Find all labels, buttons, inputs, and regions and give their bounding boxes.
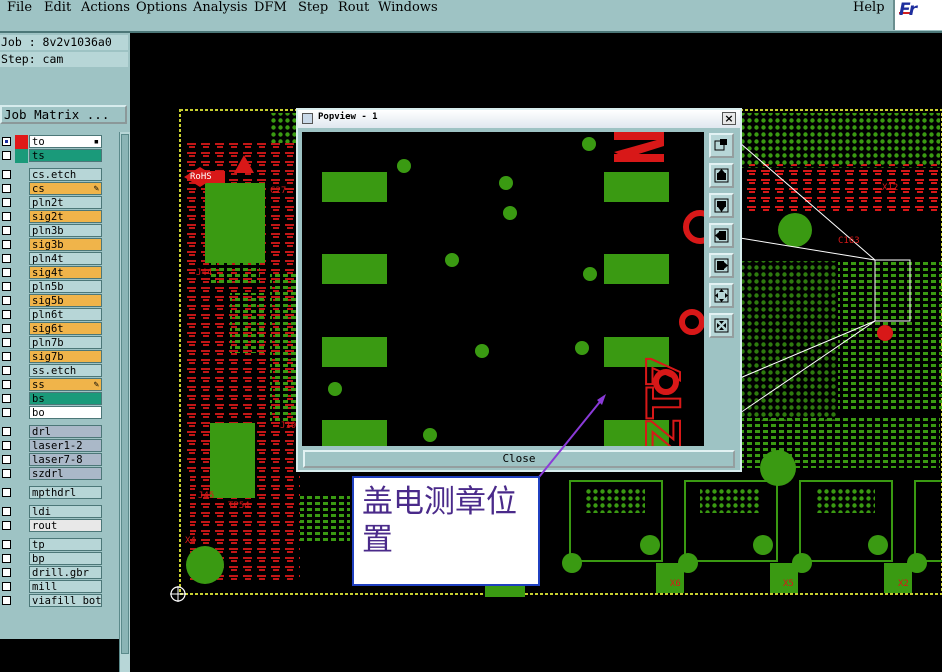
annotation-box: 盖电测章位置 xyxy=(352,476,540,586)
annotation-text: 盖电测章位置 xyxy=(362,484,517,558)
